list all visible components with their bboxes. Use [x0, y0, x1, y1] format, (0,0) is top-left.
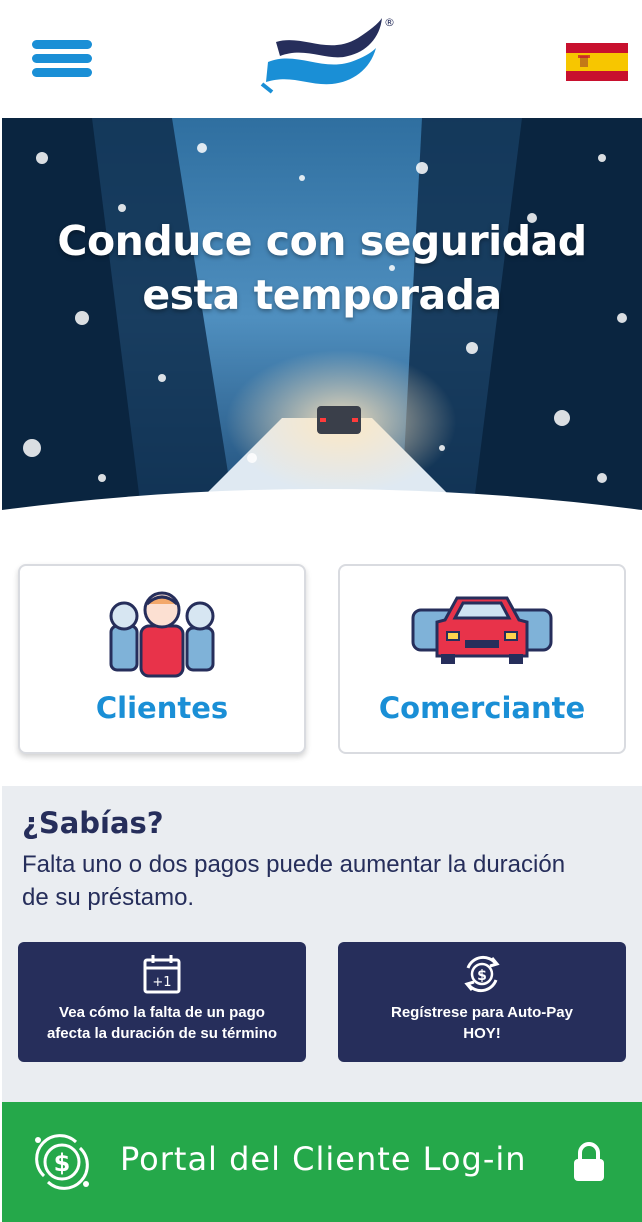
- auto-pay-label-line2: HOY!: [463, 1025, 501, 1042]
- missed-payment-label-line2: afecta la duración de su término: [46, 1025, 278, 1042]
- lock-icon: [574, 1142, 604, 1181]
- spain-flag-icon[interactable]: [566, 43, 628, 81]
- clientes-label: Clientes: [95, 691, 229, 725]
- clientes-card[interactable]: Clientes: [18, 564, 306, 754]
- app-header: ®: [0, 0, 642, 118]
- hero-title-line1: Conduce con seguridad: [57, 217, 587, 265]
- registered-mark: ®: [384, 16, 395, 29]
- calendar-plus-one-icon: +1: [143, 955, 181, 994]
- did-you-know-text: Falta uno o dos pagos puede aumentar la …: [22, 851, 566, 911]
- hero-banner[interactable]: Conduce con seguridad esta temporada: [2, 118, 642, 518]
- family-people-icon: [109, 591, 215, 678]
- did-you-know-section: ¿Sabías? Falta uno o dos pagos puede aum…: [2, 786, 642, 1102]
- auto-pay-label: Regístrese para Auto-Pay HOY!: [348, 1002, 616, 1044]
- cars-icon: [411, 596, 553, 664]
- dollar-cycle-icon: $: [464, 955, 500, 993]
- dollar-coin-icon: $: [35, 1134, 89, 1190]
- hero-title-line2: esta temporada: [142, 271, 502, 319]
- customer-portal-login-bar[interactable]: $ Portal del Cliente Log-in: [2, 1102, 642, 1222]
- comerciante-label: Comerciante: [378, 691, 586, 725]
- auto-pay-label-line1: Regístrese para Auto-Pay: [390, 1004, 573, 1021]
- calendar-plus-one-text: +1: [152, 975, 171, 990]
- missed-payment-label: Vea cómo la falta de un pago afecta la d…: [28, 1002, 296, 1044]
- portal-login-label: Portal del Cliente Log-in: [120, 1140, 527, 1178]
- comerciante-card[interactable]: Comerciante: [338, 564, 626, 754]
- hero-title: Conduce con seguridad esta temporada: [2, 214, 642, 322]
- did-you-know-title: ¿Sabías?: [22, 806, 164, 840]
- hamburger-menu-icon[interactable]: [32, 40, 92, 78]
- missed-payment-button[interactable]: +1 Vea cómo la falta de un pago afecta l…: [18, 942, 306, 1062]
- missed-payment-label-line1: Vea cómo la falta de un pago: [59, 1004, 265, 1021]
- svg-text:$: $: [477, 968, 487, 984]
- svg-text:$: $: [54, 1149, 71, 1177]
- wave-flag-logo[interactable]: ®: [258, 12, 398, 96]
- auto-pay-button[interactable]: $ Regístrese para Auto-Pay HOY!: [338, 942, 626, 1062]
